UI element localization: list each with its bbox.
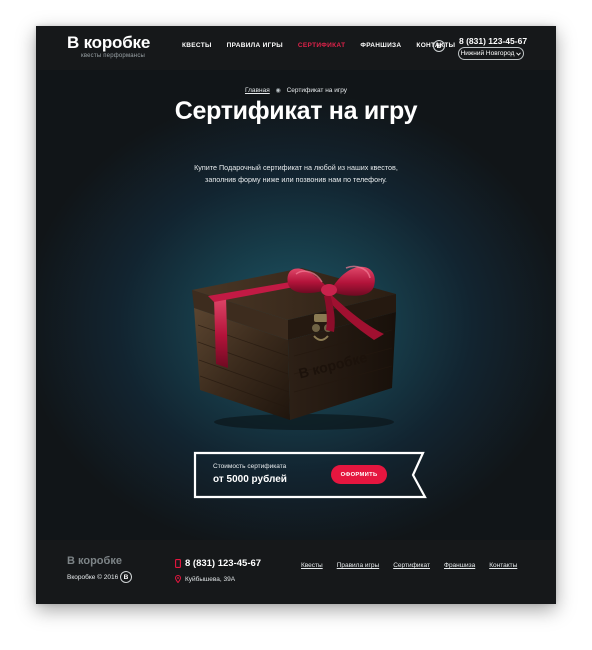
page-description: Купите Подарочный сертификат на любой из… — [36, 162, 556, 186]
footer-phone[interactable]: 8 (831) 123-45-67 — [175, 558, 261, 569]
main-nav: Квесты Правила игры Сертификат Франшиза … — [182, 42, 470, 49]
breadcrumb-home[interactable]: Главная — [245, 87, 270, 94]
site-footer: В коробке Вкоробке © 2016 B 8 (831) 123-… — [36, 540, 556, 604]
price-ribbon: Стоимость сертификата от 5000 рублей ОФО… — [193, 451, 429, 501]
site-header: В коробке квесты перформансы Квесты Прав… — [36, 26, 556, 70]
eye-separator-icon: ◉ — [275, 88, 281, 94]
logo-text: В коробке — [67, 33, 151, 52]
footer-nav: Квесты Правила игры Сертификат Франшиза … — [301, 562, 531, 569]
footer-logo[interactable]: В коробке — [67, 555, 122, 567]
footer-address: Куйбышева, 39А — [175, 575, 235, 583]
header-phone[interactable]: 8 (831) 123-45-67 — [459, 36, 527, 46]
copyright: Вкоробке © 2016 — [67, 574, 119, 581]
logo-tagline: квесты перформансы — [81, 53, 146, 59]
price-label: Стоимость сертификата — [213, 463, 287, 470]
hero-section: Главная ◉ Сертификат на игру Сертификат … — [36, 70, 556, 540]
footer-nav-franchise[interactable]: Франшиза — [444, 562, 475, 569]
description-line-1: Купите Подарочный сертификат на любой из… — [194, 163, 398, 172]
footer-nav-certificate[interactable]: Сертификат — [393, 562, 430, 569]
logo[interactable]: В коробке квесты перформансы — [67, 33, 151, 60]
footer-nav-quests[interactable]: Квесты — [301, 562, 323, 569]
footer-phone-number: 8 (831) 123-45-67 — [185, 558, 262, 569]
page-frame: В коробке квесты перформансы Квесты Прав… — [36, 26, 556, 604]
breadcrumb: Главная ◉ Сертификат на игру — [36, 87, 556, 94]
location-pin-icon — [175, 575, 181, 583]
city-select[interactable]: Нижний Новгород — [458, 47, 524, 60]
city-label: Нижний Новгород — [460, 50, 515, 57]
phone-icon — [175, 559, 181, 568]
page-title: Сертификат на игру — [174, 97, 418, 125]
nav-rules[interactable]: Правила игры — [227, 42, 283, 49]
price-value: от 5000 рублей — [213, 474, 287, 485]
nav-quests[interactable]: Квесты — [182, 42, 212, 49]
nav-certificate[interactable]: Сертификат — [298, 42, 345, 49]
vk-icon[interactable]: B — [433, 40, 445, 52]
breadcrumb-current: Сертификат на игру — [286, 87, 348, 94]
gift-box-image: В коробке — [192, 265, 396, 430]
footer-vk-icon[interactable]: B — [120, 571, 132, 583]
footer-nav-contacts[interactable]: Контакты — [489, 562, 517, 569]
order-button[interactable]: ОФОРМИТЬ — [331, 465, 387, 484]
chevron-down-icon — [516, 51, 522, 56]
nav-franchise[interactable]: Франшиза — [360, 42, 401, 49]
footer-nav-rules[interactable]: Правила игры — [337, 562, 380, 569]
description-line-2: заполнив форму ниже или позвонив нам по … — [205, 175, 387, 184]
footer-address-text: Куйбышева, 39А — [185, 575, 236, 583]
